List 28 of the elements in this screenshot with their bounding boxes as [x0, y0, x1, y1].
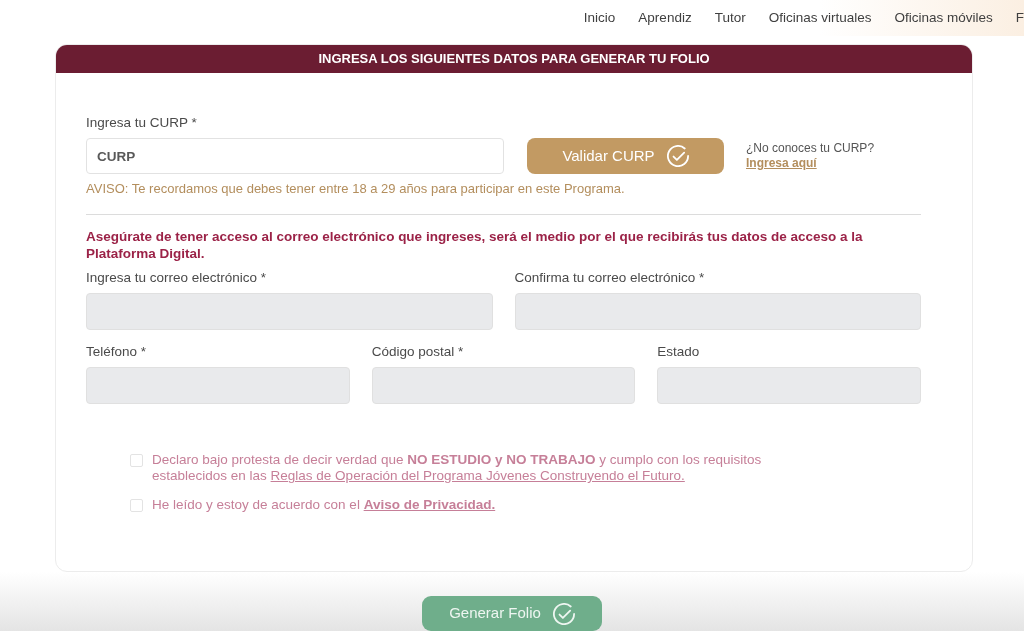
form-header: INGRESA LOS SIGUIENTES DATOS PARA GENERAR TU FOLIO — [56, 45, 972, 73]
input-field[interactable] — [86, 293, 493, 330]
nav-link[interactable]: Oficinas móviles — [894, 11, 993, 25]
nav-link[interactable]: F — [1015, 11, 1024, 25]
field-label: Código postal * — [371, 344, 465, 360]
field-label: Teléfono * — [86, 344, 148, 360]
nav-link[interactable]: Inicio — [583, 11, 616, 25]
input-field[interactable] — [657, 367, 921, 404]
input-field[interactable] — [514, 293, 921, 330]
checkbox[interactable] — [130, 454, 143, 467]
nav-link[interactable]: Tutor — [714, 11, 746, 25]
help-text: ¿No conoces tu CURP? — [746, 141, 875, 156]
email-notice: Asegúrate de tener acceso al correo electrónico que ingreses, será el medio por el que recibirás tus datos de acceso a la Plataforma Digital. — [86, 228, 864, 262]
field-label: Ingresa tu CURP * — [86, 115, 198, 131]
field-label: Estado — [657, 344, 701, 360]
age-notice: AVISO: Te recordamos que debes tener entre 18 a 29 años para participar en este Programa. — [86, 181, 626, 196]
input-field[interactable] — [371, 367, 636, 404]
checkbox-label: He leído y estoy de acuerdo con el Aviso de Privacidad. — [152, 497, 497, 513]
check-circle-icon — [666, 145, 689, 167]
checkbox-label: Declaro bajo protesta de decir verdad que NO ESTUDIO y NO TRABAJO y cumplo con los requisitos establecidos en las Reglas de Operación del Programa Jóvenes Construyendo el Futuro. — [152, 452, 763, 484]
checkbox[interactable] — [130, 499, 143, 512]
field-label: Ingresa tu correo electrónico * — [86, 270, 268, 286]
nav-link[interactable]: Oficinas virtuales — [768, 11, 872, 25]
nav-link[interactable]: Aprendiz — [638, 11, 692, 25]
curp-input-field[interactable]: CURP — [86, 138, 504, 174]
check-circle-icon — [552, 602, 575, 625]
field-label: Confirma tu correo electrónico * — [514, 270, 706, 286]
input-field[interactable] — [86, 367, 350, 404]
